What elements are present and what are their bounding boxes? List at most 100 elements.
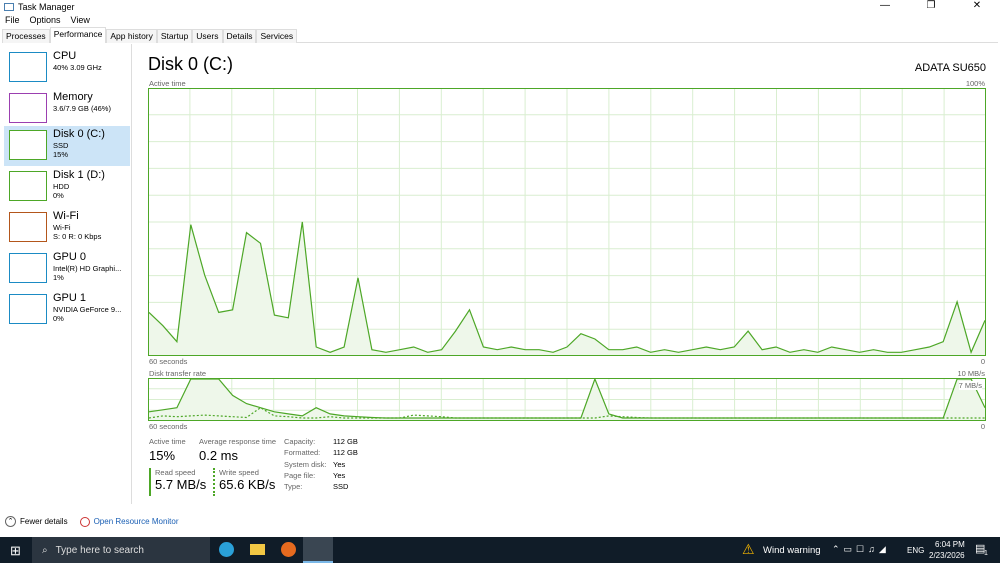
- thumbnail-graph: [9, 93, 47, 123]
- property-row: Capacity: 112 GB: [284, 436, 358, 447]
- menu-options[interactable]: Options: [30, 15, 61, 25]
- write-speed-label: Write speed: [219, 468, 259, 477]
- edge-icon[interactable]: [219, 542, 234, 557]
- sidebar-item-wi-fi[interactable]: Wi-Fi Wi-Fi S: 0 R: 0 Kbps: [4, 208, 130, 248]
- property-value: Yes: [333, 470, 346, 480]
- tab-services[interactable]: Services: [256, 29, 298, 43]
- window-title: Task Manager: [4, 2, 75, 12]
- search-icon: ⌕: [42, 544, 48, 556]
- footer: ⌃ Fewer details Open Resource Monitor: [5, 516, 179, 527]
- sidebar-item-value: S: 0 R: 0 Kbps: [53, 232, 102, 241]
- thumbnail-graph: [9, 212, 47, 242]
- close-button[interactable]: ✕: [954, 0, 1000, 14]
- sidebar-item-detail: NVIDIA GeForce 9...: [53, 305, 122, 314]
- property-label: Type:: [284, 482, 303, 492]
- taskbar: ⊞ ⌕ Type here to search ⚠ Wind warning ⌃▭…: [0, 537, 1000, 563]
- sidebar-item-name: CPU: [53, 50, 77, 62]
- sidebar-item-name: Memory: [53, 91, 93, 103]
- sidebar-item-gpu-0[interactable]: GPU 0 Intel(R) HD Graphi... 1%: [4, 249, 130, 289]
- thumbnail-graph: [9, 253, 47, 283]
- read-speed-value: 5.7 MB/s: [155, 477, 207, 492]
- thumbnail-graph: [9, 294, 47, 324]
- sidebar-item-detail: Intel(R) HD Graphi...: [53, 264, 122, 273]
- property-value: 112 GB: [333, 437, 358, 446]
- property-label: System disk:: [284, 459, 327, 469]
- task-manager-taskbar-icon[interactable]: [303, 537, 333, 563]
- firefox-icon[interactable]: [281, 542, 296, 557]
- sidebar-item-value: 1%: [53, 273, 64, 282]
- thumbnail-graph: [9, 171, 47, 201]
- resource-monitor-icon: [79, 516, 90, 527]
- thumbnail-graph: [9, 52, 47, 82]
- tab-app-history[interactable]: App history: [106, 29, 157, 43]
- taskbar-search[interactable]: ⌕ Type here to search: [32, 537, 210, 563]
- property-row: Page file: Yes: [284, 470, 358, 481]
- page-title: Disk 0 (C:): [148, 54, 233, 74]
- sidebar-item-memory[interactable]: Memory 3.6/7.9 GB (46%): [4, 89, 130, 129]
- sidebar-item-disk-0-c[interactable]: Disk 0 (C:) SSD 15%: [4, 126, 130, 166]
- sidebar-item-detail: 3.6/7.9 GB (46%): [53, 104, 111, 113]
- open-resource-monitor-link[interactable]: Open Resource Monitor: [94, 517, 179, 526]
- sidebar-item-cpu[interactable]: CPU 40% 3.09 GHz: [4, 48, 130, 88]
- sidebar-item-name: GPU 0: [53, 251, 87, 263]
- disk-model: ADATA SU650: [914, 62, 986, 74]
- sidebar-item-detail: Wi-Fi: [53, 223, 71, 232]
- language-indicator[interactable]: ENG: [907, 546, 924, 555]
- property-row: Formatted: 112 GB: [284, 447, 358, 458]
- sidebar-item-name: Disk 0 (C:): [53, 128, 105, 140]
- read-speed-block: Read speed 5.7 MB/s: [149, 468, 206, 496]
- fewer-details-icon[interactable]: ⌃: [5, 516, 16, 527]
- chart1-xleft: 60 seconds: [149, 357, 188, 366]
- tray-icons[interactable]: ⌃▭☐♫◢: [832, 544, 890, 555]
- property-value: Yes: [333, 459, 346, 469]
- property-value: 112 GB: [333, 448, 358, 458]
- chart1-max: 100%: [965, 79, 985, 88]
- clock-time[interactable]: 6:04 PM: [935, 540, 965, 549]
- weather-text[interactable]: Wind warning: [763, 545, 821, 556]
- menu-bar: File Options View: [5, 15, 90, 25]
- tab-startup[interactable]: Startup: [156, 29, 193, 43]
- response-time-value: 0.2 ms: [199, 448, 239, 463]
- weather-warning-icon: ⚠: [742, 541, 755, 557]
- tab-bar: Processes Performance App history Startu…: [2, 27, 998, 43]
- sidebar-item-detail: SSD: [53, 141, 69, 150]
- active-time-value: 15%: [149, 448, 176, 463]
- search-placeholder: Type here to search: [55, 544, 144, 556]
- minimize-button[interactable]: —: [862, 0, 908, 14]
- property-value: SSD: [333, 482, 349, 492]
- restore-button[interactable]: ❐: [908, 0, 954, 14]
- active-time-chart: [148, 88, 986, 356]
- chart1-xright: 0: [980, 357, 985, 366]
- sidebar-item-disk-1-d[interactable]: Disk 1 (D:) HDD 0%: [4, 167, 130, 207]
- property-row: Type: SSD: [284, 481, 358, 492]
- task-manager-icon: [4, 3, 14, 11]
- window-title-text: Task Manager: [18, 2, 75, 12]
- chart2-label: Disk transfer rate: [149, 369, 207, 378]
- sidebar-item-detail: HDD: [53, 182, 70, 191]
- clock-date[interactable]: 2/23/2026: [929, 551, 965, 560]
- start-button[interactable]: ⊞: [10, 543, 21, 559]
- tab-processes[interactable]: Processes: [2, 29, 50, 43]
- read-speed-label: Read speed: [155, 468, 196, 477]
- response-time-label: Average response time: [199, 437, 276, 446]
- menu-view[interactable]: View: [71, 15, 90, 25]
- fewer-details-button[interactable]: Fewer details: [20, 517, 68, 526]
- tab-performance[interactable]: Performance: [49, 27, 107, 43]
- window-controls: — ❐ ✕: [862, 0, 1000, 14]
- sidebar-item-detail: 40% 3.09 GHz: [53, 63, 102, 72]
- sidebar-item-value: 0%: [53, 191, 64, 200]
- file-explorer-icon[interactable]: [250, 544, 265, 555]
- tab-users[interactable]: Users: [192, 29, 223, 43]
- menu-file[interactable]: File: [5, 15, 20, 25]
- sidebar-item-gpu-1[interactable]: GPU 1 NVIDIA GeForce 9... 0%: [4, 290, 130, 330]
- transfer-rate-chart: [148, 378, 986, 421]
- property-label: Page file:: [284, 470, 316, 480]
- sidebar-item-name: Wi-Fi: [53, 210, 79, 222]
- tab-details[interactable]: Details: [222, 29, 257, 43]
- sidebar-item-name: GPU 1: [53, 292, 87, 304]
- notification-count: 1: [984, 550, 988, 557]
- chart1-label: Active time: [149, 79, 186, 88]
- sidebar-item-name: Disk 1 (D:): [53, 169, 105, 181]
- write-speed-block: Write speed 65.6 KB/s: [213, 468, 275, 496]
- chart2-xright: 0: [980, 422, 985, 431]
